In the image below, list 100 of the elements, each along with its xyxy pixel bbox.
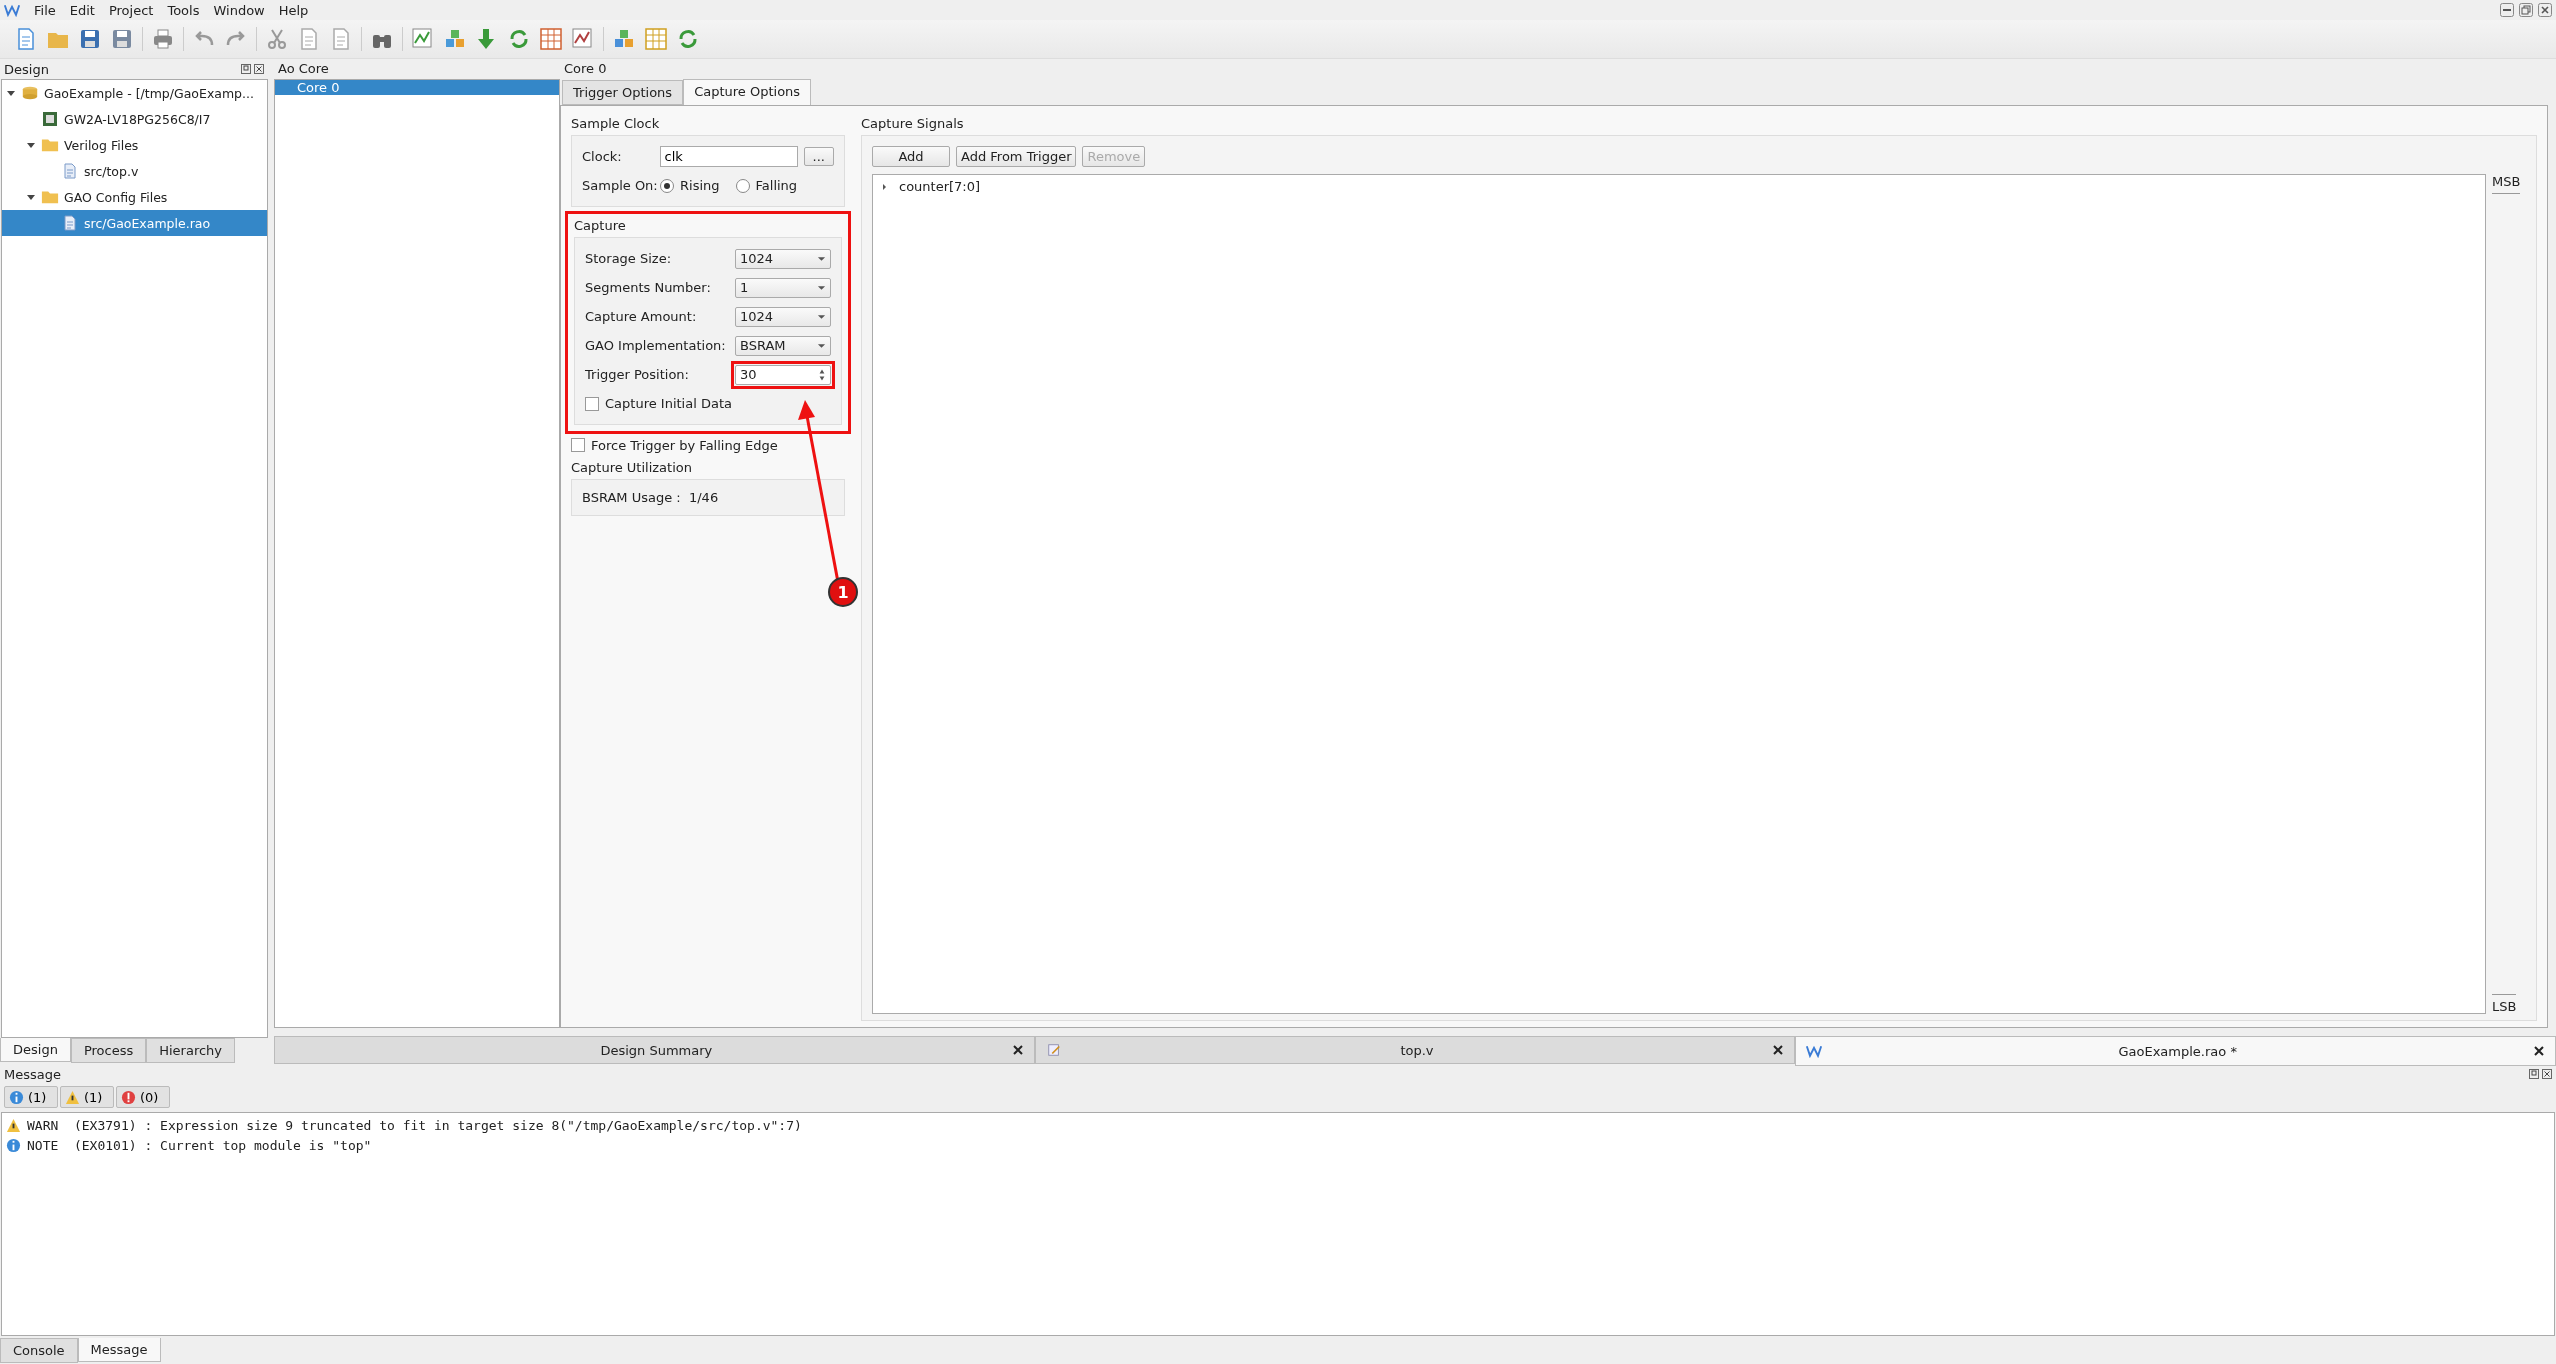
close-icon[interactable]: [254, 64, 264, 74]
expand-arrow-icon[interactable]: [26, 192, 36, 202]
checkbox-label: Capture Initial Data: [605, 396, 732, 411]
field-label: Capture Amount:: [585, 309, 698, 324]
panel-tab[interactable]: Design: [0, 1038, 71, 1062]
tree-item[interactable]: Verilog Files: [2, 132, 267, 158]
panel-title: Core 0: [563, 60, 608, 78]
restore-icon[interactable]: [2519, 3, 2533, 17]
expand-arrow-icon[interactable]: [26, 140, 36, 150]
dropdown[interactable]: BSRAM: [735, 335, 831, 356]
field-label: Storage Size:: [585, 251, 673, 266]
options-tab[interactable]: Capture Options: [683, 79, 812, 105]
blocks-icon[interactable]: [644, 27, 668, 51]
clock-field[interactable]: clk: [659, 146, 798, 167]
tree-item[interactable]: GaoExample - [/tmp/GaoExamp...: [2, 80, 267, 106]
action-button[interactable]: Add: [872, 145, 950, 167]
database-icon: [21, 85, 39, 101]
panel-title: Ao Core: [277, 60, 330, 78]
chip-icon: [41, 111, 59, 127]
info-icon: [6, 1137, 21, 1153]
panel-tab[interactable]: Hierarchy: [146, 1038, 236, 1063]
close-icon[interactable]: [1011, 1044, 1024, 1056]
minimize-icon[interactable]: [2500, 3, 2514, 17]
options-tab[interactable]: Trigger Options: [562, 80, 684, 105]
group-title: Capture: [574, 217, 627, 235]
filter-button[interactable]: (0): [116, 1086, 170, 1108]
radio-label: Falling: [755, 178, 798, 193]
lsb-label: LSB: [2492, 994, 2517, 1014]
field-label: GAO Implementation:: [585, 338, 727, 353]
msb-label: MSB: [2492, 174, 2521, 194]
menu-item[interactable]: Edit: [63, 2, 101, 18]
save-all-icon[interactable]: [110, 27, 134, 51]
wave-chart-icon[interactable]: [571, 27, 595, 51]
menu-item[interactable]: Help: [272, 2, 315, 18]
menu-item[interactable]: Window: [207, 2, 271, 18]
tree-item[interactable]: GAO Config Files: [2, 184, 267, 210]
folder-icon: [41, 189, 59, 205]
group-title: Capture Utilization: [571, 459, 693, 477]
app-logo-icon: [4, 3, 20, 17]
panel-tab[interactable]: Process: [70, 1038, 147, 1063]
panel-title: Message: [4, 1066, 61, 1082]
close-icon[interactable]: [2538, 3, 2552, 17]
app-logo-icon: [1806, 1044, 1823, 1058]
file-icon: [61, 215, 79, 231]
file-icon: [61, 163, 79, 179]
info-icon: [9, 1089, 24, 1105]
print-icon[interactable]: [151, 27, 175, 51]
panel-tab[interactable]: Console: [0, 1338, 78, 1363]
menu-item[interactable]: File: [28, 2, 62, 18]
editor-tab[interactable]: GaoExample.rao *: [1795, 1036, 2556, 1066]
dropdown-arrow-icon: [817, 255, 826, 262]
radio-button[interactable]: [735, 178, 750, 193]
tree-item[interactable]: src/GaoExample.rao: [2, 210, 267, 236]
tree-item[interactable]: src/top.v: [2, 158, 267, 184]
float-icon[interactable]: [2529, 1069, 2539, 1079]
folder-icon: [41, 137, 59, 153]
error-icon: [121, 1089, 136, 1105]
dropdown[interactable]: 1024: [735, 306, 831, 327]
message-text: WARN (EX3791) : Expression size 9 truncated to fit in target size 8("/tmp/GaoExample/src/top.v":7): [27, 1117, 802, 1133]
close-icon[interactable]: [2542, 1069, 2552, 1079]
dropdown-arrow-icon: [817, 313, 826, 320]
menu-item[interactable]: Tools: [161, 2, 206, 18]
field-label: Trigger Position:: [585, 367, 690, 382]
close-icon[interactable]: [2533, 1045, 2545, 1057]
checkbox-label: Force Trigger by Falling Edge: [591, 437, 778, 453]
file-edit-icon: [1045, 1043, 1062, 1057]
warning-icon: [6, 1117, 21, 1133]
group-title: Capture Signals: [861, 115, 965, 133]
checkbox[interactable]: [585, 396, 599, 411]
message-text: NOTE (EX0101) : Current top module is "top": [27, 1137, 372, 1153]
signal-item[interactable]: counter[7:0]: [879, 179, 2479, 194]
dropdown[interactable]: 1: [735, 277, 831, 298]
editor-tab[interactable]: top.v: [1034, 1036, 1796, 1064]
action-button[interactable]: Add From Trigger: [956, 145, 1077, 167]
close-icon[interactable]: [1772, 1044, 1785, 1056]
spin-box[interactable]: 30: [735, 364, 831, 385]
dropdown-arrow-icon: [817, 284, 826, 291]
radio-button[interactable]: [660, 178, 674, 193]
grid-icon[interactable]: [539, 27, 563, 51]
radio-label: Rising: [680, 178, 720, 193]
editor-tab[interactable]: Design Summary: [274, 1036, 1035, 1064]
save-icon[interactable]: [78, 27, 102, 51]
filter-button[interactable]: (1): [4, 1086, 58, 1108]
float-icon[interactable]: [241, 64, 251, 74]
filter-button[interactable]: (1): [60, 1086, 114, 1108]
dropdown-arrow-icon: [817, 342, 826, 349]
usage-text: BSRAM Usage : 1/46: [582, 490, 719, 505]
expand-arrow-icon[interactable]: [6, 88, 16, 98]
dropdown[interactable]: 1024: [735, 248, 831, 269]
panel-tab[interactable]: Message: [77, 1338, 161, 1362]
panel-title: Design: [4, 61, 49, 77]
core-item[interactable]: Core 0: [275, 80, 559, 95]
browse-button[interactable]: ...: [803, 147, 834, 166]
tree-item[interactable]: GW2A-LV18PG256C8/I7: [2, 106, 267, 132]
group-title: Sample Clock: [571, 115, 661, 133]
field-label: Sample On:: [582, 178, 654, 193]
cut-icon[interactable]: [265, 27, 289, 51]
checkbox[interactable]: [571, 438, 585, 452]
field-label: Clock:: [582, 149, 623, 164]
menu-item[interactable]: Project: [102, 2, 160, 18]
